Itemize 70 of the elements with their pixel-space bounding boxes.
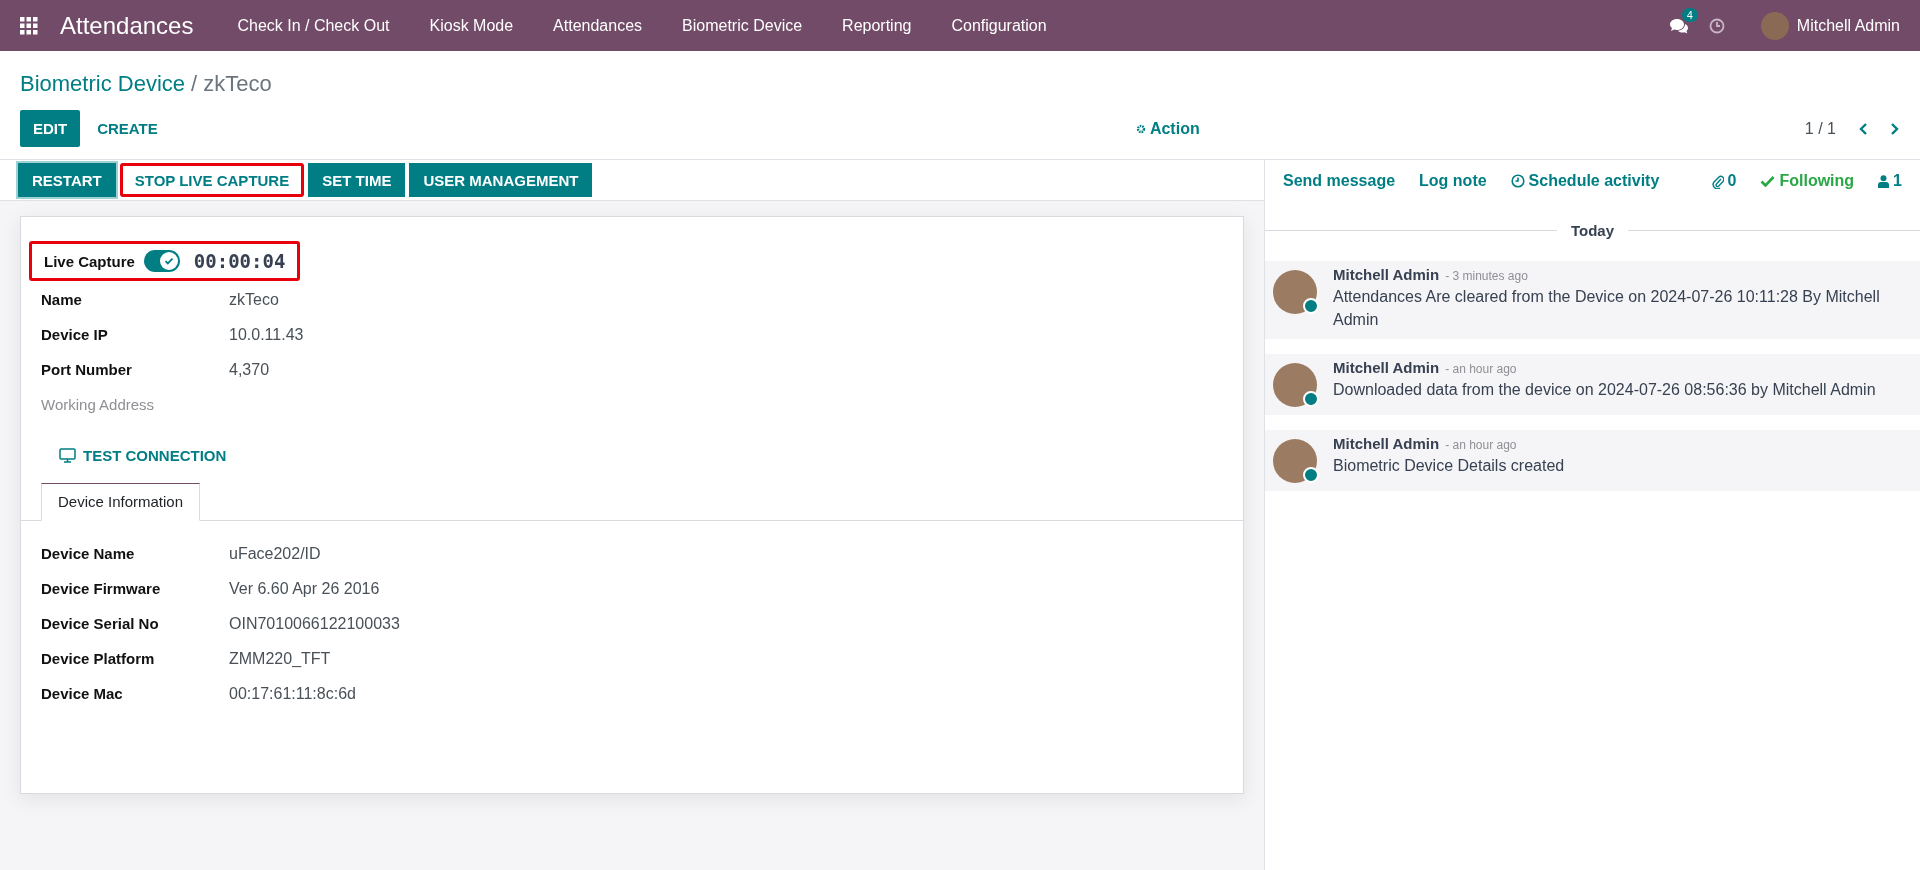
next-icon[interactable] bbox=[1890, 121, 1900, 136]
previous-icon[interactable] bbox=[1858, 121, 1868, 136]
field-label: Device Platform bbox=[41, 649, 156, 669]
message-text: Biometric Device Details created bbox=[1333, 456, 1566, 476]
tab[interactable]: Device Information bbox=[41, 483, 201, 521]
edit-button[interactable]: EDIT bbox=[20, 110, 81, 147]
header-button[interactable]: SET TIME bbox=[308, 163, 406, 197]
date-separator: Today bbox=[1569, 222, 1616, 239]
header-button[interactable]: USER MANAGEMENT bbox=[409, 163, 593, 197]
gear-icon bbox=[1135, 123, 1146, 134]
test-connection-button[interactable]: TEST CONNECTION bbox=[53, 446, 233, 465]
person-icon bbox=[1878, 174, 1890, 188]
message-time: - 3 minutes ago bbox=[1445, 269, 1528, 283]
message-author: Mitchell Admin bbox=[1333, 359, 1440, 376]
field-value: 00:17:61:11:8c:6d bbox=[229, 684, 357, 704]
field-label: Device IP bbox=[41, 325, 109, 345]
app-grid-icon[interactable] bbox=[20, 16, 38, 35]
menu-item[interactable]: Check In / Check Out bbox=[217, 16, 410, 35]
field-value: 10.0.11.43 bbox=[229, 325, 305, 345]
field-value: uFace202/ID bbox=[229, 544, 322, 564]
followers-button[interactable]: 1 bbox=[1878, 172, 1902, 190]
notification-badge: 4 bbox=[1681, 7, 1698, 22]
check-icon bbox=[162, 255, 175, 267]
header-button[interactable]: STOP LIVE CAPTURE bbox=[119, 163, 305, 197]
attachments-button[interactable]: 0 bbox=[1711, 172, 1737, 190]
field-label: Name bbox=[41, 290, 83, 310]
action-dropdown[interactable]: Action bbox=[1129, 118, 1206, 139]
app-name[interactable]: Attendances bbox=[60, 11, 194, 40]
breadcrumb-separator: / bbox=[191, 71, 198, 97]
field-label: Device Serial No bbox=[41, 614, 160, 634]
field-label: Device Mac bbox=[41, 684, 124, 704]
header-button[interactable]: RESTART bbox=[18, 163, 116, 197]
menu-item[interactable]: Reporting bbox=[822, 16, 932, 35]
clock-icon[interactable] bbox=[1708, 17, 1725, 34]
user-name[interactable]: Mitchell Admin bbox=[1796, 16, 1900, 35]
menu-item[interactable]: Attendances bbox=[533, 16, 663, 35]
message-text: Attendances Are cleared from the Device on 2024-07-26 10:11:28 By Mitchell Admin bbox=[1333, 287, 1881, 330]
field-value: zkTeco bbox=[229, 290, 280, 310]
menu-item[interactable]: Kiosk Mode bbox=[409, 16, 534, 35]
monitor-icon bbox=[59, 448, 76, 463]
timer-text: 00:00:04 bbox=[193, 250, 286, 272]
breadcrumb-link[interactable]: Biometric Device bbox=[20, 71, 186, 97]
field-label: Port Number bbox=[41, 360, 133, 380]
log-note-link[interactable]: Log note bbox=[1419, 172, 1487, 190]
message-author: Mitchell Admin bbox=[1333, 435, 1440, 452]
breadcrumb-current: zkTeco bbox=[203, 71, 272, 97]
field-value: Ver 6.60 Apr 26 2016 bbox=[229, 579, 381, 599]
field-label: Live Capture bbox=[44, 252, 135, 270]
field-value: OIN7010066122100033 bbox=[229, 614, 401, 634]
pager-value: 1 / 1 bbox=[1804, 119, 1836, 138]
create-button[interactable]: CREATE bbox=[84, 110, 171, 147]
clock-icon bbox=[1510, 174, 1525, 188]
field-value: 4,370 bbox=[229, 360, 271, 380]
schedule-activity-link[interactable]: Schedule activity bbox=[1510, 172, 1660, 190]
message-time: - an hour ago bbox=[1445, 362, 1517, 376]
message-text: Downloaded data from the device on 2024-07-26 08:56:36 by Mitchell Admin bbox=[1333, 380, 1877, 400]
field-label: Device Name bbox=[41, 544, 136, 564]
following-button[interactable]: Following bbox=[1760, 172, 1855, 190]
paperclip-icon bbox=[1711, 173, 1724, 189]
message-time: - an hour ago bbox=[1445, 438, 1517, 452]
menu-item[interactable]: Biometric Device bbox=[662, 16, 823, 35]
check-icon bbox=[1760, 175, 1776, 187]
field-label: Device Firmware bbox=[41, 579, 162, 599]
field-label: Working Address bbox=[41, 395, 156, 415]
send-message-link[interactable]: Send message bbox=[1283, 172, 1396, 190]
toggle-switch[interactable] bbox=[143, 250, 180, 272]
message-author: Mitchell Admin bbox=[1333, 266, 1440, 283]
menu-item[interactable]: Configuration bbox=[931, 16, 1067, 35]
field-value: ZMM220_TFT bbox=[229, 649, 332, 669]
chat-icon[interactable] bbox=[1668, 16, 1689, 35]
